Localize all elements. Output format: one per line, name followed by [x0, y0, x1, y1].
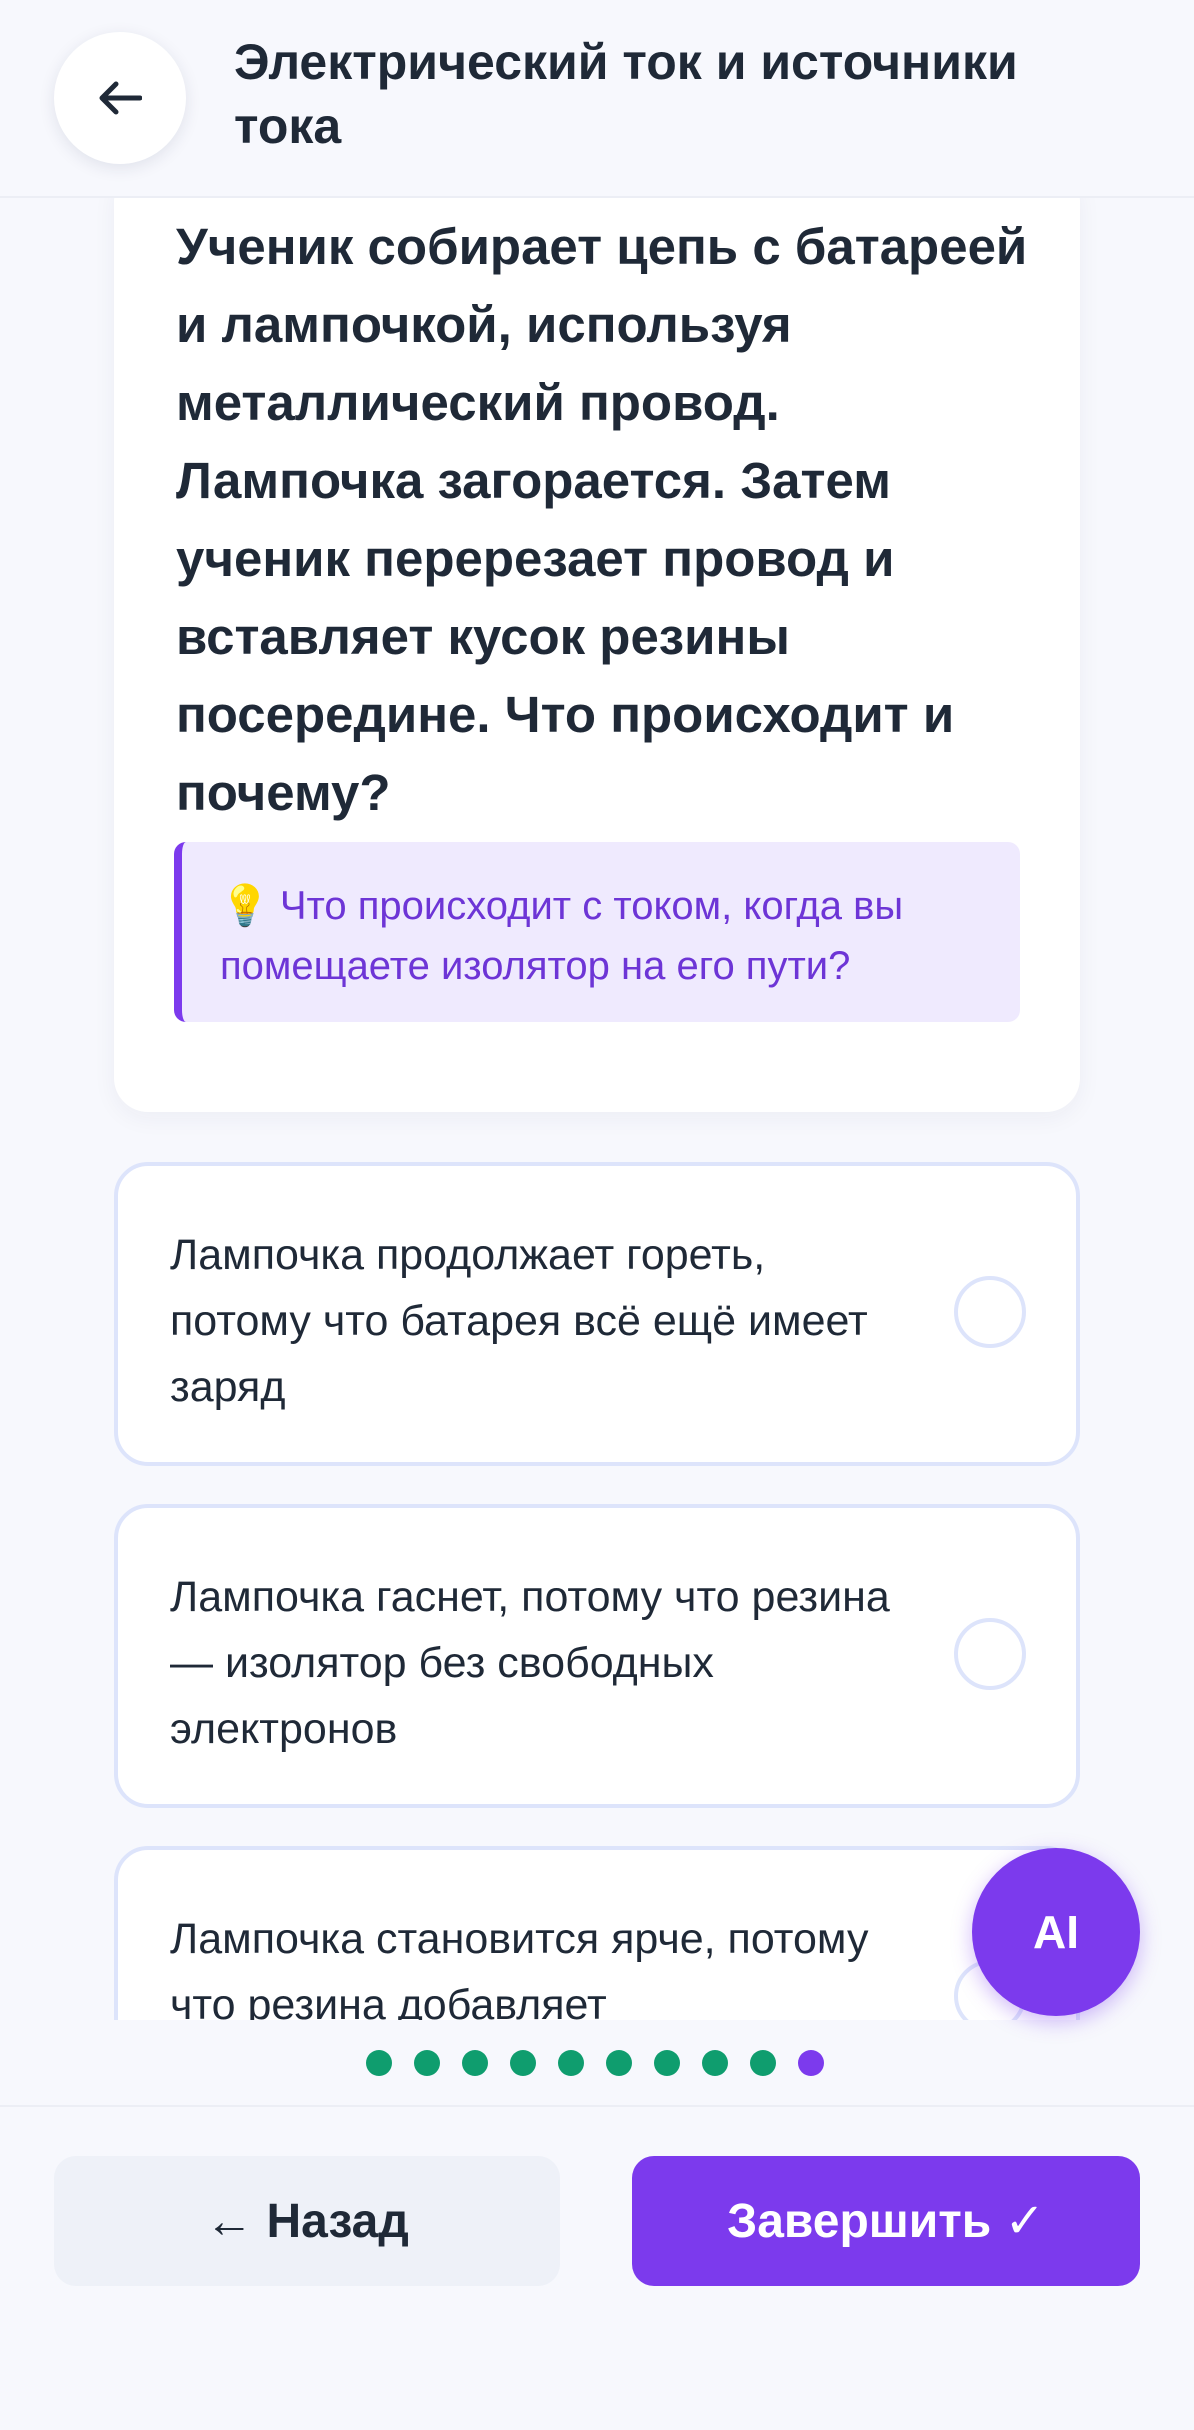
content-scroll-area[interactable]: Ученик собирает цепь с батареей и лампоч…: [0, 198, 1194, 2020]
progress-dot: [462, 2050, 488, 2076]
progress-dots: [366, 2050, 824, 2076]
answer-option-2[interactable]: Лампочка гаснет, потому что резина — изо…: [114, 1504, 1080, 1808]
back-button[interactable]: [54, 32, 186, 164]
radio-button[interactable]: [954, 1618, 1026, 1690]
page-title: Электрический ток и источники тока: [234, 34, 1018, 154]
question-text: Ученик собирает цепь с батареей и лампоч…: [176, 218, 1028, 821]
arrow-left-icon: [99, 81, 142, 115]
progress-dot: [606, 2050, 632, 2076]
answer-option-1[interactable]: Лампочка продолжает гореть, потому что б…: [114, 1162, 1080, 1466]
radio-button[interactable]: [954, 1276, 1026, 1348]
progress-dot-current: [798, 2050, 824, 2076]
lightbulb-icon: 💡: [220, 884, 270, 928]
option-label: Лампочка становится ярче, потому что рез…: [170, 1915, 869, 2020]
progress-dot: [750, 2050, 776, 2076]
answer-option-3[interactable]: Лампочка становится ярче, потому что рез…: [114, 1846, 1080, 2020]
hint-box: 💡 Что происходит с током, когда вы помеща…: [174, 842, 1020, 1022]
hint-text: Что происходит с током, когда вы помещае…: [220, 884, 904, 988]
progress-dot: [654, 2050, 680, 2076]
option-label: Лампочка продолжает гореть, потому что б…: [170, 1231, 868, 1411]
option-label: Лампочка гаснет, потому что резина — изо…: [170, 1573, 890, 1753]
progress-dot: [366, 2050, 392, 2076]
progress-dot: [414, 2050, 440, 2076]
progress-dot: [510, 2050, 536, 2076]
question-card: Ученик собирает цепь с батареей и лампоч…: [114, 198, 1080, 1112]
footer-divider: [0, 2105, 1194, 2107]
progress-dot: [558, 2050, 584, 2076]
progress-dot: [702, 2050, 728, 2076]
finish-button[interactable]: Завершить ✓: [632, 2156, 1140, 2286]
ai-assistant-button[interactable]: AI: [972, 1848, 1140, 2016]
previous-button[interactable]: ← Назад: [54, 2156, 560, 2286]
header: Электрический ток и источники тока: [0, 0, 1194, 198]
